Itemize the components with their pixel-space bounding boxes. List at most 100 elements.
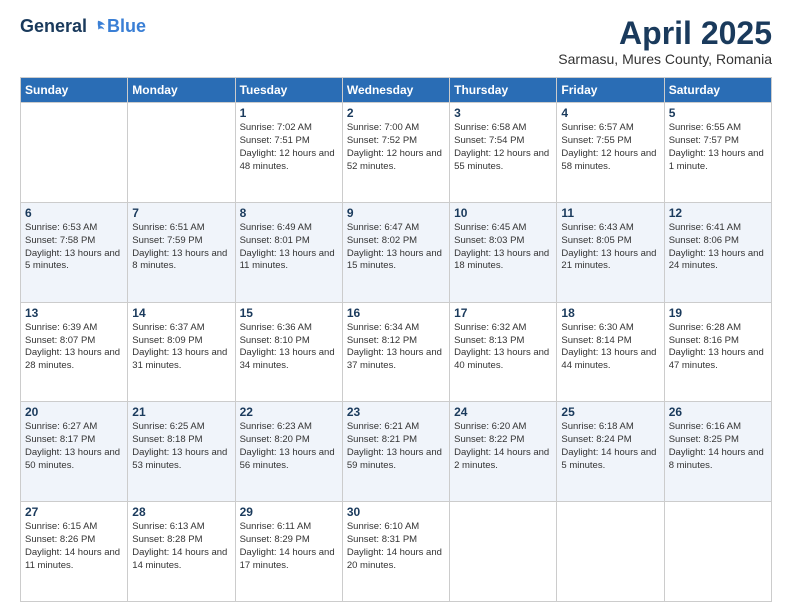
day-number: 24 <box>454 405 552 419</box>
calendar-cell: 8 Sunrise: 6:49 AM Sunset: 8:01 PM Daylig… <box>235 202 342 302</box>
calendar-cell: 2Sunrise: 7:00 AM Sunset: 7:52 PM Daylig… <box>342 103 449 203</box>
day-info: Sunrise: 6:39 AM Sunset: 8:07 PM Dayligh… <box>25 322 123 373</box>
day-number: 5 <box>669 106 767 120</box>
calendar: SundayMondayTuesdayWednesdayThursdayFrid… <box>20 77 772 602</box>
page: General Blue April 2025 Sarmasu, Mures C… <box>0 0 792 612</box>
calendar-cell: 14 Sunrise: 6:37 AM Sunset: 8:09 PM Dayli… <box>128 302 235 402</box>
day-info: Sunrise: 6:43 AM Sunset: 8:05 PM Dayligh… <box>561 222 659 273</box>
day-number: 18 <box>561 306 659 320</box>
day-info: Sunrise: 6:20 AM Sunset: 8:22 PM Dayligh… <box>454 421 552 472</box>
day-info: Sunrise: 6:11 AM Sunset: 8:29 PM Dayligh… <box>240 521 338 572</box>
day-info: Sunrise: 6:30 AM Sunset: 8:14 PM Dayligh… <box>561 322 659 373</box>
day-number: 8 <box>240 206 338 220</box>
day-info: Sunrise: 6:47 AM Sunset: 8:02 PM Dayligh… <box>347 222 445 273</box>
day-number: 3 <box>454 106 552 120</box>
calendar-cell: 13 Sunrise: 6:39 AM Sunset: 8:07 PM Dayli… <box>21 302 128 402</box>
calendar-cell: 16 Sunrise: 6:34 AM Sunset: 8:12 PM Dayli… <box>342 302 449 402</box>
day-header-saturday: Saturday <box>664 78 771 103</box>
day-info: Sunrise: 6:34 AM Sunset: 8:12 PM Dayligh… <box>347 322 445 373</box>
day-header-tuesday: Tuesday <box>235 78 342 103</box>
logo-general: General <box>20 16 87 37</box>
day-info: Sunrise: 6:53 AM Sunset: 7:58 PM Dayligh… <box>25 222 123 273</box>
calendar-cell: 12 Sunrise: 6:41 AM Sunset: 8:06 PM Dayli… <box>664 202 771 302</box>
day-number: 23 <box>347 405 445 419</box>
day-info: Sunrise: 6:49 AM Sunset: 8:01 PM Dayligh… <box>240 222 338 273</box>
day-number: 19 <box>669 306 767 320</box>
day-number: 10 <box>454 206 552 220</box>
calendar-cell: 6 Sunrise: 6:53 AM Sunset: 7:58 PM Daylig… <box>21 202 128 302</box>
calendar-cell: 1Sunrise: 7:02 AM Sunset: 7:51 PM Daylig… <box>235 103 342 203</box>
day-info: Sunrise: 6:36 AM Sunset: 8:10 PM Dayligh… <box>240 322 338 373</box>
day-number: 9 <box>347 206 445 220</box>
calendar-cell <box>664 502 771 602</box>
calendar-cell: 9 Sunrise: 6:47 AM Sunset: 8:02 PM Daylig… <box>342 202 449 302</box>
week-row-2: 6 Sunrise: 6:53 AM Sunset: 7:58 PM Daylig… <box>21 202 772 302</box>
day-info: Sunrise: 6:55 AM Sunset: 7:57 PM Dayligh… <box>669 122 767 173</box>
day-info: Sunrise: 6:41 AM Sunset: 8:06 PM Dayligh… <box>669 222 767 273</box>
day-header-friday: Friday <box>557 78 664 103</box>
day-number: 20 <box>25 405 123 419</box>
day-number: 14 <box>132 306 230 320</box>
calendar-cell: 5 Sunrise: 6:55 AM Sunset: 7:57 PM Daylig… <box>664 103 771 203</box>
month-title: April 2025 <box>558 16 772 51</box>
day-info: Sunrise: 7:02 AM Sunset: 7:51 PM Dayligh… <box>240 122 338 173</box>
calendar-cell: 23 Sunrise: 6:21 AM Sunset: 8:21 PM Dayli… <box>342 402 449 502</box>
week-row-1: 1Sunrise: 7:02 AM Sunset: 7:51 PM Daylig… <box>21 103 772 203</box>
day-number: 13 <box>25 306 123 320</box>
week-row-5: 27Sunrise: 6:15 AM Sunset: 8:26 PM Dayli… <box>21 502 772 602</box>
title-section: April 2025 Sarmasu, Mures County, Romani… <box>558 16 772 67</box>
day-number: 25 <box>561 405 659 419</box>
calendar-cell: 26 Sunrise: 6:16 AM Sunset: 8:25 PM Dayli… <box>664 402 771 502</box>
day-number: 4 <box>561 106 659 120</box>
week-row-4: 20Sunrise: 6:27 AM Sunset: 8:17 PM Dayli… <box>21 402 772 502</box>
day-number: 29 <box>240 505 338 519</box>
day-number: 7 <box>132 206 230 220</box>
day-header-monday: Monday <box>128 78 235 103</box>
day-header-sunday: Sunday <box>21 78 128 103</box>
calendar-cell: 22 Sunrise: 6:23 AM Sunset: 8:20 PM Dayli… <box>235 402 342 502</box>
day-header-wednesday: Wednesday <box>342 78 449 103</box>
calendar-cell: 29 Sunrise: 6:11 AM Sunset: 8:29 PM Dayli… <box>235 502 342 602</box>
day-info: Sunrise: 6:25 AM Sunset: 8:18 PM Dayligh… <box>132 421 230 472</box>
calendar-cell: 21Sunrise: 6:25 AM Sunset: 8:18 PM Dayli… <box>128 402 235 502</box>
logo-blue: Blue <box>107 16 146 37</box>
calendar-cell: 4 Sunrise: 6:57 AM Sunset: 7:55 PM Daylig… <box>557 103 664 203</box>
calendar-cell: 15 Sunrise: 6:36 AM Sunset: 8:10 PM Dayli… <box>235 302 342 402</box>
day-info: Sunrise: 6:57 AM Sunset: 7:55 PM Dayligh… <box>561 122 659 173</box>
day-number: 15 <box>240 306 338 320</box>
calendar-cell: 27Sunrise: 6:15 AM Sunset: 8:26 PM Dayli… <box>21 502 128 602</box>
calendar-cell: 11 Sunrise: 6:43 AM Sunset: 8:05 PM Dayli… <box>557 202 664 302</box>
day-number: 2 <box>347 106 445 120</box>
day-info: Sunrise: 6:21 AM Sunset: 8:21 PM Dayligh… <box>347 421 445 472</box>
day-info: Sunrise: 6:51 AM Sunset: 7:59 PM Dayligh… <box>132 222 230 273</box>
week-row-3: 13 Sunrise: 6:39 AM Sunset: 8:07 PM Dayli… <box>21 302 772 402</box>
day-number: 6 <box>25 206 123 220</box>
day-info: Sunrise: 6:37 AM Sunset: 8:09 PM Dayligh… <box>132 322 230 373</box>
day-number: 16 <box>347 306 445 320</box>
day-number: 22 <box>240 405 338 419</box>
calendar-cell: 25Sunrise: 6:18 AM Sunset: 8:24 PM Dayli… <box>557 402 664 502</box>
day-number: 27 <box>25 505 123 519</box>
calendar-cell: 17Sunrise: 6:32 AM Sunset: 8:13 PM Dayli… <box>450 302 557 402</box>
day-info: Sunrise: 6:23 AM Sunset: 8:20 PM Dayligh… <box>240 421 338 472</box>
calendar-cell <box>557 502 664 602</box>
calendar-cell <box>21 103 128 203</box>
calendar-cell: 28Sunrise: 6:13 AM Sunset: 8:28 PM Dayli… <box>128 502 235 602</box>
calendar-cell: 18 Sunrise: 6:30 AM Sunset: 8:14 PM Dayli… <box>557 302 664 402</box>
day-info: Sunrise: 6:16 AM Sunset: 8:25 PM Dayligh… <box>669 421 767 472</box>
day-number: 26 <box>669 405 767 419</box>
day-info: Sunrise: 6:58 AM Sunset: 7:54 PM Dayligh… <box>454 122 552 173</box>
day-info: Sunrise: 6:10 AM Sunset: 8:31 PM Dayligh… <box>347 521 445 572</box>
day-info: Sunrise: 6:32 AM Sunset: 8:13 PM Dayligh… <box>454 322 552 373</box>
day-header-thursday: Thursday <box>450 78 557 103</box>
calendar-cell <box>128 103 235 203</box>
day-number: 12 <box>669 206 767 220</box>
calendar-header-row: SundayMondayTuesdayWednesdayThursdayFrid… <box>21 78 772 103</box>
day-info: Sunrise: 6:45 AM Sunset: 8:03 PM Dayligh… <box>454 222 552 273</box>
logo: General Blue <box>20 16 146 37</box>
calendar-cell: 3 Sunrise: 6:58 AM Sunset: 7:54 PM Daylig… <box>450 103 557 203</box>
day-number: 28 <box>132 505 230 519</box>
day-number: 30 <box>347 505 445 519</box>
calendar-cell: 20Sunrise: 6:27 AM Sunset: 8:17 PM Dayli… <box>21 402 128 502</box>
day-number: 11 <box>561 206 659 220</box>
